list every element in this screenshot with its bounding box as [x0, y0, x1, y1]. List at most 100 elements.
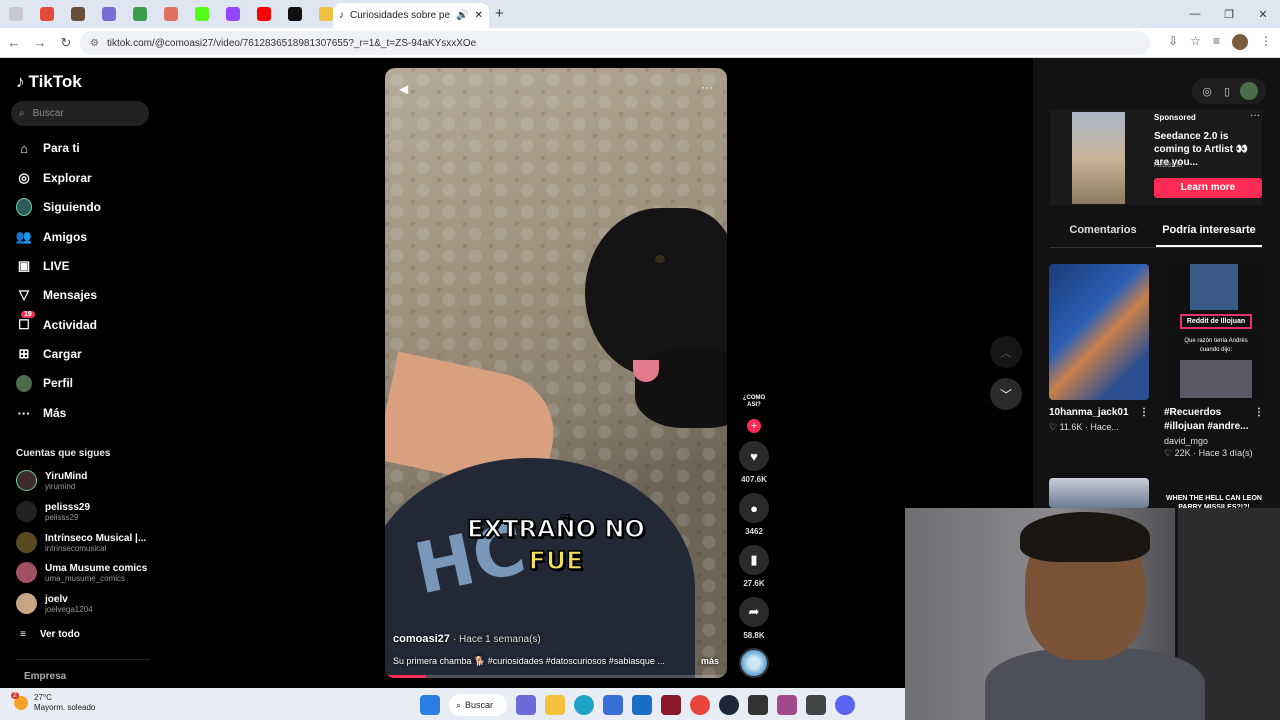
share-button[interactable]: ➦ 58.8K	[738, 597, 770, 640]
close-tab-icon[interactable]: ✕	[475, 10, 483, 21]
more-options-icon[interactable]: ⋮	[1254, 406, 1264, 434]
following-account[interactable]: Uma Musume comics uma_musume_comics	[16, 562, 147, 583]
site-info-icon[interactable]: ⚙	[90, 38, 99, 49]
following-account[interactable]: Intrínseco Musical |... intrinsecomusical	[16, 532, 146, 553]
pinned-tab[interactable]	[124, 0, 155, 28]
nav-para-ti[interactable]: ⌂ Para ti	[16, 140, 80, 156]
previous-video-button[interactable]: ︿	[990, 336, 1022, 368]
like-button[interactable]: ♥ 407.6K	[738, 441, 770, 484]
follow-button[interactable]: +	[747, 419, 761, 433]
browser-tabbar: ♪ Curiosidades sobre perros 🔊 ✕ + — ❐ ✕	[0, 0, 1280, 28]
kick-tab[interactable]	[186, 0, 217, 28]
profile-avatar[interactable]	[1232, 34, 1248, 50]
video-author[interactable]: comoasi27 · Hace 1 semana(s)	[393, 633, 541, 645]
next-video-button[interactable]: ﹀	[990, 378, 1022, 410]
tiktok-logo[interactable]: ♪ TikTok	[16, 72, 82, 92]
ad-more-icon[interactable]: ···	[1250, 110, 1260, 121]
reload-button[interactable]: ↻	[54, 35, 78, 51]
empresa-link[interactable]: Empresa	[24, 671, 66, 682]
nav-mensajes[interactable]: ▽ Mensajes	[16, 287, 97, 303]
tiktok-favicon-icon: ♪	[339, 10, 344, 21]
taskbar-search[interactable]: ⌕ Buscar	[449, 694, 507, 716]
sun-icon: 2	[11, 692, 28, 710]
close-window-button[interactable]: ✕	[1246, 0, 1280, 28]
nav-live[interactable]: ▣ LIVE	[16, 258, 70, 274]
recommended-video[interactable]: WHEN THE HELL CAN LEON PARRY MISSILES?!?…	[1164, 478, 1264, 512]
more-link[interactable]: más	[701, 656, 719, 667]
browser-menu-icon[interactable]: ⋮	[1260, 34, 1272, 50]
learn-more-button[interactable]: Learn more	[1154, 178, 1262, 198]
windows-start-icon[interactable]	[420, 695, 440, 715]
store-icon[interactable]	[603, 695, 623, 715]
see-all-button[interactable]: ≡ Ver todo	[20, 629, 80, 640]
following-account[interactable]: pelisss29 pelisss29	[16, 501, 90, 522]
youtube-tab[interactable]	[248, 0, 279, 28]
nav-perfil[interactable]: Perfil	[16, 374, 73, 392]
file-explorer-icon[interactable]	[545, 695, 565, 715]
compass-icon[interactable]: ◎	[1200, 85, 1214, 98]
maximize-button[interactable]: ❐	[1212, 0, 1246, 28]
weather-widget[interactable]: 2 27°C Mayorm. soleado	[11, 692, 95, 713]
recommended-video[interactable]: Reddit de Illojuan Que razón tenía André…	[1164, 264, 1264, 459]
bookmark-icon: ▮	[739, 545, 769, 575]
pinned-tab[interactable]	[62, 0, 93, 28]
back-button[interactable]: ←	[2, 35, 26, 50]
bookmark-star-icon[interactable]: ☆	[1190, 34, 1201, 50]
discord-icon[interactable]	[835, 695, 855, 715]
save-button[interactable]: ▮ 27.6K	[738, 545, 770, 588]
nav-cargar[interactable]: ⊞ Cargar	[16, 346, 82, 362]
recommended-video[interactable]	[1049, 478, 1149, 508]
recommended-video[interactable]: 10hanma_jack01 ⋮ ♡ 11.6K · Hace...	[1049, 264, 1149, 433]
pinned-tab[interactable]	[93, 0, 124, 28]
video-player[interactable]: HC EXTRAÑO NO FUE ◀ ··· comoasi27 · Hace…	[385, 68, 727, 678]
address-bar[interactable]: ⚙ tiktok.com/@comoasi27/video/7612836518…	[80, 31, 1150, 55]
more-options-icon[interactable]: ···	[701, 80, 713, 94]
app-icon[interactable]	[661, 695, 681, 715]
pinned-tab[interactable]	[0, 0, 31, 28]
more-options-icon[interactable]: ⋮	[1139, 406, 1149, 420]
tab-comentarios[interactable]: Comentarios	[1050, 224, 1156, 247]
gmail-tab[interactable]	[31, 0, 62, 28]
edge-icon[interactable]	[574, 695, 594, 715]
app-icon[interactable]	[806, 695, 826, 715]
minimize-button[interactable]: —	[1178, 0, 1212, 28]
forward-button[interactable]: →	[28, 35, 52, 50]
nav-amigos[interactable]: 👥 Amigos	[16, 229, 87, 245]
weather-temp: 27°C	[34, 693, 52, 702]
video-progress-bar[interactable]	[385, 675, 727, 678]
speaker-icon[interactable]: 🔊	[456, 10, 468, 21]
creator-avatar[interactable]: ¿COMO ASI?	[742, 395, 766, 417]
live-icon: ▣	[17, 258, 31, 273]
following-account[interactable]: joelv joelvega1204	[16, 593, 93, 614]
sponsored-ad[interactable]: Sponsored ··· Seedance 2.0 is coming to …	[1050, 110, 1262, 205]
nav-siguiendo[interactable]: Siguiendo	[16, 198, 101, 216]
twitch-tab[interactable]	[217, 0, 248, 28]
comment-button[interactable]: ● 3462	[738, 493, 770, 536]
rec-stats: ♡ 22K · Hace 3 día(s)	[1164, 448, 1253, 458]
send-icon: ▽	[19, 287, 29, 302]
steam-icon[interactable]	[719, 695, 739, 715]
app-icon[interactable]	[748, 695, 768, 715]
install-app-icon[interactable]: ⇩	[1168, 34, 1178, 50]
media-control-icon[interactable]: ≡	[1213, 34, 1220, 50]
nav-mas[interactable]: ··· Más	[16, 405, 67, 421]
active-tab[interactable]: ♪ Curiosidades sobre perros 🔊 ✕	[333, 3, 489, 28]
comment-count: 3462	[745, 527, 763, 536]
music-disc-icon[interactable]	[739, 648, 769, 678]
outlook-icon[interactable]	[632, 695, 652, 715]
pinned-tab[interactable]	[155, 0, 186, 28]
tab-podria-interesarte[interactable]: Podría interesarte	[1156, 224, 1262, 247]
nav-actividad[interactable]: ☐ 19 Actividad	[16, 311, 97, 333]
new-tab-button[interactable]: +	[495, 5, 504, 22]
chrome-icon[interactable]	[690, 695, 710, 715]
following-account[interactable]: YiruMind yirumind	[16, 470, 87, 491]
x-tab[interactable]	[279, 0, 310, 28]
search-input[interactable]: ⌕ Buscar	[11, 101, 149, 126]
avatar[interactable]	[1240, 82, 1258, 100]
mute-icon[interactable]: ◀	[399, 82, 408, 96]
app-icon[interactable]	[777, 695, 797, 715]
nav-explorar[interactable]: ◎ Explorar	[16, 170, 91, 186]
upload-icon: ⊞	[18, 346, 30, 361]
device-icon[interactable]: ▯	[1220, 85, 1234, 98]
widgets-icon[interactable]	[516, 695, 536, 715]
